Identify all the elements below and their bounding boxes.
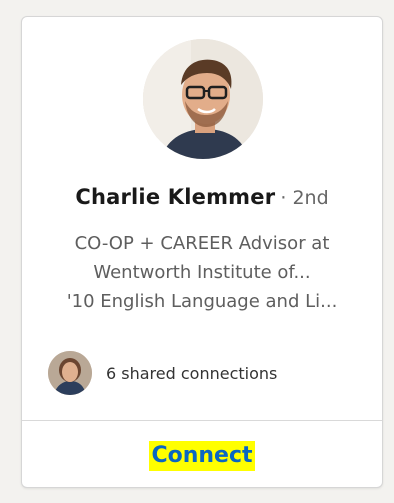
profile-card: Charlie Klemmer · 2nd CO-OP + CAREER Adv… — [21, 16, 383, 488]
headline-line: Wentworth Institute of... — [93, 262, 311, 283]
connect-area: Connect — [22, 441, 382, 471]
headline-line: CO-OP + CAREER Advisor at — [74, 233, 330, 254]
profile-photo-image — [143, 39, 263, 159]
shared-connections[interactable]: 6 shared connections — [48, 351, 277, 395]
connect-button[interactable]: Connect — [149, 441, 255, 471]
connection-degree: · 2nd — [280, 187, 329, 209]
name-row: Charlie Klemmer · 2nd — [22, 185, 382, 209]
headline-line: '10 English Language and Li... — [66, 291, 338, 312]
shared-connection-avatar — [48, 351, 92, 395]
profile-headline: CO-OP + CAREER Advisor at Wentworth Inst… — [32, 229, 372, 316]
shared-connection-avatar-image — [48, 351, 92, 395]
profile-name[interactable]: Charlie Klemmer — [75, 185, 275, 209]
divider — [22, 420, 382, 421]
profile-photo[interactable] — [143, 39, 263, 159]
shared-connections-label: 6 shared connections — [106, 363, 278, 383]
